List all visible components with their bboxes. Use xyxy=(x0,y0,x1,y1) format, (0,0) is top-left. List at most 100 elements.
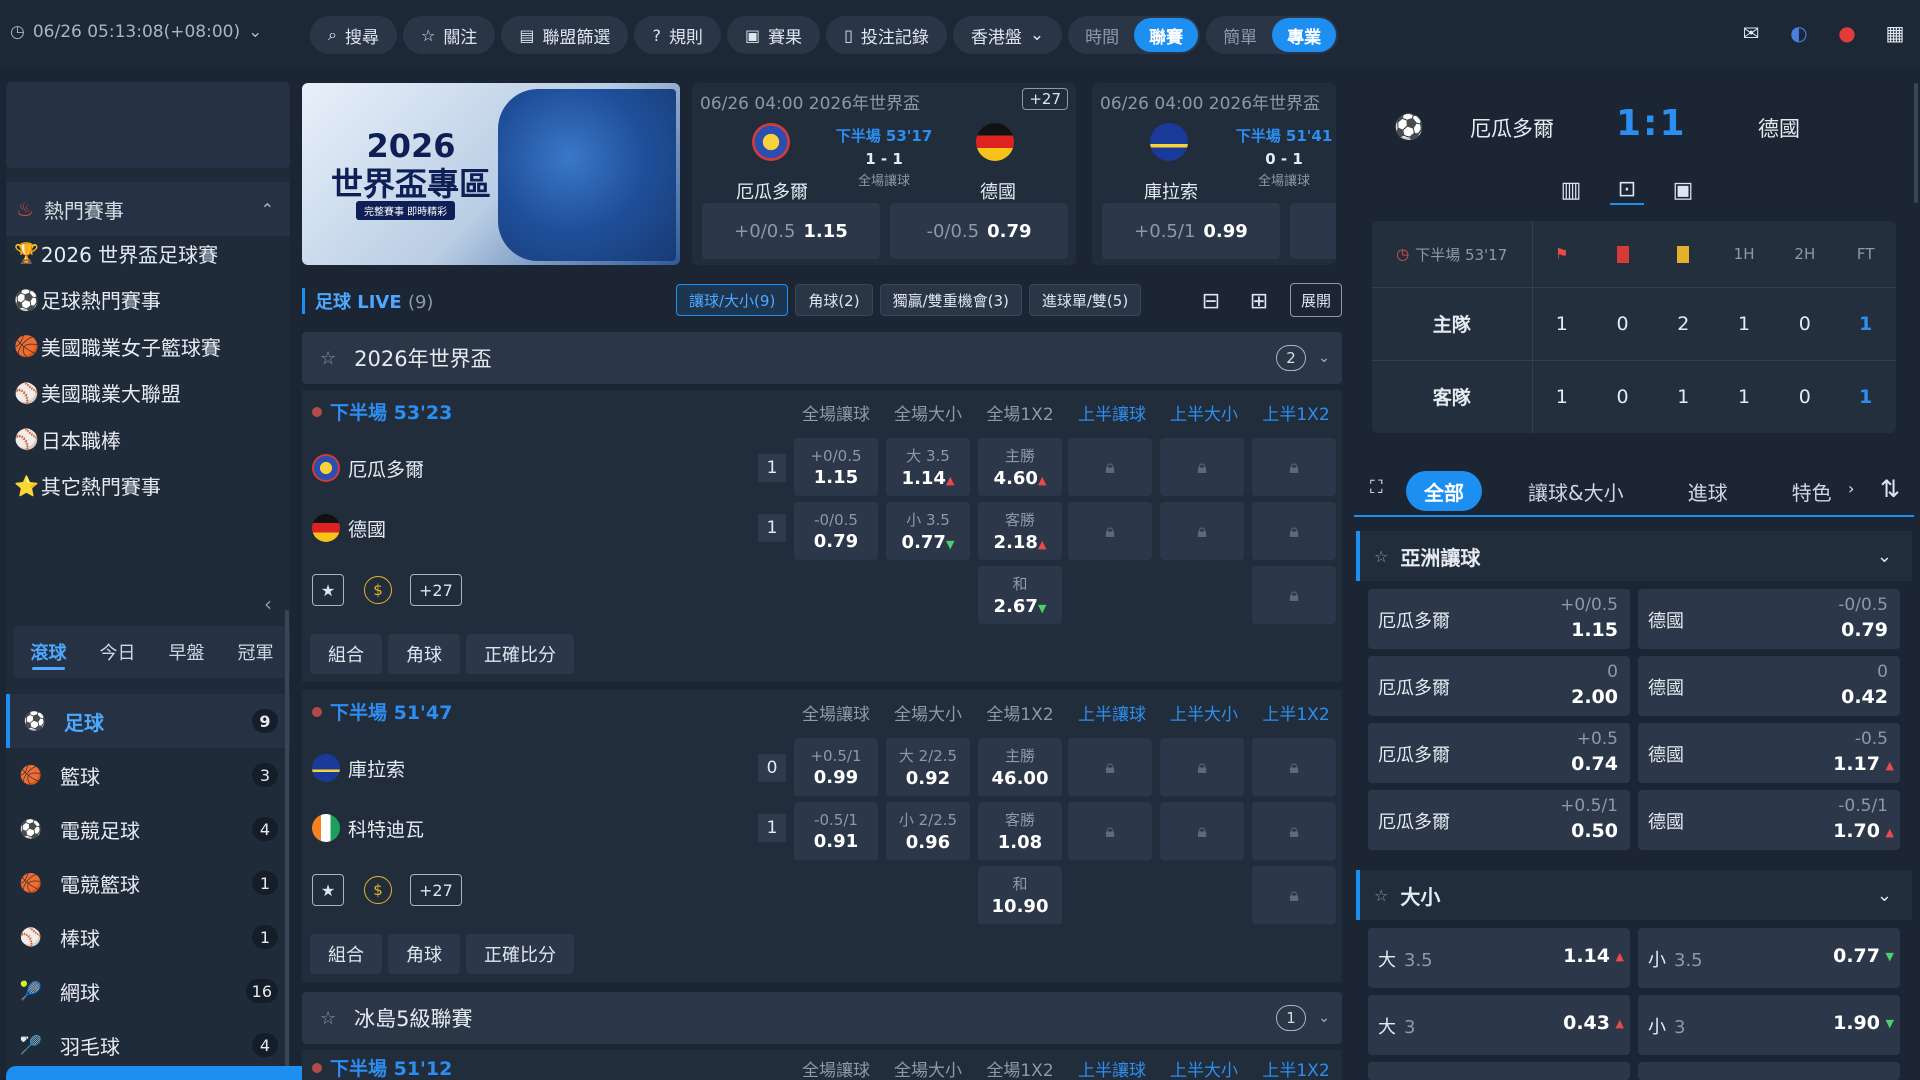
clock[interactable]: ◷ 06/26 05:13:08(+08:00) ⌄ xyxy=(10,22,262,42)
odds-cell[interactable]: 小 3.5 0.77▼ xyxy=(886,502,970,560)
hot-events-header[interactable]: ♨ 熱門賽事 ⌃ xyxy=(6,182,290,236)
tab-corners[interactable]: 角球 xyxy=(388,634,460,674)
collapse-sidebar-icon[interactable]: ‹ xyxy=(264,592,272,616)
odds-cell[interactable] xyxy=(1368,1062,1630,1080)
odds-button-away[interactable]: -0/0.5 0.79 xyxy=(890,203,1068,259)
tab-goals[interactable]: 進球 xyxy=(1670,471,1746,511)
mail-icon[interactable]: ✉ xyxy=(1738,20,1764,46)
odds-cell[interactable]: 小 3.5 0.77 ▼ xyxy=(1638,928,1900,988)
list-view-icon[interactable]: ⊟ xyxy=(1196,286,1226,316)
hot-item-mlb[interactable]: ⚾ 美國職業大聯盟 xyxy=(14,370,290,417)
tab-correct-score[interactable]: 正確比分 xyxy=(466,634,574,674)
live-video-icon[interactable]: ▣ xyxy=(1666,175,1700,205)
tab-handicap-ou[interactable]: 讓球&大小 xyxy=(1510,471,1642,511)
odds-cell[interactable]: 客勝 2.18▲ xyxy=(978,502,1062,560)
odds-cell-draw[interactable]: 和 2.67▼ xyxy=(978,566,1062,624)
odds-cell[interactable]: -0/0.5 0.79 xyxy=(794,502,878,560)
scoreboard-icon[interactable]: ⊡ xyxy=(1610,175,1644,205)
odds-cell[interactable]: -0.5/1 0.91 xyxy=(794,802,878,860)
search-button[interactable]: ⌕ 搜尋 xyxy=(310,16,397,54)
pin-icon[interactable]: ☆ xyxy=(320,348,336,369)
tab-early[interactable]: 早盤 xyxy=(152,626,221,678)
hot-item-other[interactable]: ⭐ 其它熱門賽事 xyxy=(14,463,290,510)
results-button[interactable]: ▣ 賽果 xyxy=(726,16,821,54)
theme-icon[interactable]: ◐ xyxy=(1786,20,1812,46)
featured-match-card[interactable]: 06/26 04:00 2026年世界盃 庫拉索 下半場 51'41 0 - 1… xyxy=(1092,83,1336,265)
odds-cell[interactable]: 大 3.5 1.14 ▲ xyxy=(1368,928,1630,988)
filter-odd-even[interactable]: 進球單/雙(5) xyxy=(1028,284,1142,316)
favorite-star-icon[interactable]: ★ xyxy=(312,874,344,906)
world-cup-banner[interactable]: 2026 世界盃專區 完整賽事 即時精彩 xyxy=(302,83,680,265)
odds-cell[interactable]: 德國 0 0.42 xyxy=(1638,656,1900,716)
league-header[interactable]: ☆ 冰島5級聯賽 1 ⌄ xyxy=(302,992,1342,1044)
tab-all[interactable]: 全部 xyxy=(1406,471,1482,511)
odds-format-select[interactable]: 香港盤 ⌄ xyxy=(952,16,1063,54)
sport-item-esports-basketball[interactable]: 🏀 電競籃球 1 xyxy=(6,856,290,910)
pin-icon[interactable]: ☆ xyxy=(1374,886,1388,905)
pin-icon[interactable]: ☆ xyxy=(320,1008,336,1029)
hot-item-world-cup[interactable]: 🏆 2026 世界盃足球賽 xyxy=(14,230,290,277)
odds-cell[interactable]: 厄瓜多爾 +0.5 0.74 xyxy=(1368,723,1630,783)
filter-1x2-double[interactable]: 獨贏/雙重機會(3) xyxy=(879,284,1022,316)
odds-cell[interactable]: 厄瓜多爾 +0.5/1 0.50 xyxy=(1368,790,1630,850)
hot-item-football[interactable]: ⚽ 足球熱門賽事 xyxy=(14,277,290,324)
hot-item-wnba[interactable]: 🏀 美國職業女子籃球賽 xyxy=(14,323,290,370)
odds-cell[interactable]: 德國 -0.5/1 1.70 ▲ xyxy=(1638,790,1900,850)
sort-icon[interactable]: ⇅ xyxy=(1880,475,1900,503)
filter-handicap-ou[interactable]: 讓球/大小(9) xyxy=(676,284,789,316)
odds-cell[interactable]: 主勝 4.60▲ xyxy=(978,438,1062,496)
sport-item-badminton[interactable]: 🏸 羽毛球 4 xyxy=(6,1018,290,1072)
odds-cell[interactable]: 德國 -0/0.5 0.79 xyxy=(1638,589,1900,649)
tab-corners[interactable]: 角球 xyxy=(388,934,460,974)
settings-icon[interactable]: ▦ xyxy=(1882,20,1908,46)
sort-time-option[interactable]: 時間 xyxy=(1070,18,1134,52)
bet-history-button[interactable]: ▯ 投注記錄 xyxy=(826,16,947,54)
expand-button[interactable]: 展開 xyxy=(1289,283,1342,317)
odds-cell[interactable]: 客勝 1.08 xyxy=(978,802,1062,860)
sport-item-tennis[interactable]: 🎾 網球 16 xyxy=(6,964,290,1018)
odds-cell[interactable]: 厄瓜多爾 0 2.00 xyxy=(1368,656,1630,716)
odds-button-away[interactable] xyxy=(1290,203,1336,259)
right-scrollbar[interactable] xyxy=(1914,83,1918,203)
rules-button[interactable]: ? 規則 xyxy=(634,16,721,54)
favorite-star-icon[interactable]: ★ xyxy=(312,574,344,606)
sport-item-esports-football[interactable]: ⚽ 電競足球 4 xyxy=(6,802,290,856)
cashout-icon[interactable]: $ xyxy=(364,576,392,604)
tab-combo[interactable]: 組合 xyxy=(310,934,382,974)
tab-today[interactable]: 今日 xyxy=(83,626,152,678)
odds-button-home[interactable]: +0.5/1 0.99 xyxy=(1102,203,1280,259)
more-markets-button[interactable]: +27 xyxy=(410,574,462,606)
league-header[interactable]: ☆ 2026年世界盃 2 ⌄ xyxy=(302,332,1342,384)
filter-corners[interactable]: 角球(2) xyxy=(795,284,873,316)
odds-cell[interactable]: 厄瓜多爾 +0/0.5 1.15 xyxy=(1368,589,1630,649)
odds-cell[interactable]: +0/0.5 1.15 xyxy=(794,438,878,496)
language-flag-icon[interactable]: ● xyxy=(1834,20,1860,46)
odds-cell[interactable]: 大 3 0.43 ▲ xyxy=(1368,995,1630,1055)
league-filter-button[interactable]: ▤ 聯盟篩選 xyxy=(501,16,629,54)
odds-cell-draw[interactable]: 和 10.90 xyxy=(978,866,1062,924)
more-markets-badge[interactable]: +27 xyxy=(1022,88,1068,110)
sidebar-scrollbar[interactable] xyxy=(285,610,289,1080)
more-markets-button[interactable]: +27 xyxy=(410,874,462,906)
tab-outright[interactable]: 冠軍 xyxy=(221,626,290,678)
hot-item-npb[interactable]: ⚾ 日本職棒 xyxy=(14,416,290,463)
tab-correct-score[interactable]: 正確比分 xyxy=(466,934,574,974)
tab-inplay[interactable]: 滾球 xyxy=(14,626,83,678)
odds-cell[interactable]: 大 3.5 1.14▲ xyxy=(886,438,970,496)
sport-item-football[interactable]: ⚽ 足球 9 xyxy=(6,694,290,748)
tab-specials[interactable]: 特色 xyxy=(1774,471,1850,511)
mode-simple-option[interactable]: 簡單 xyxy=(1208,18,1272,52)
follow-button[interactable]: ☆ 關注 xyxy=(402,16,496,54)
odds-cell[interactable]: 大 2/2.5 0.92 xyxy=(886,738,970,796)
odds-cell[interactable]: 主勝 46.00 xyxy=(978,738,1062,796)
mode-pro-option[interactable]: 專業 xyxy=(1272,18,1337,52)
odds-cell[interactable]: 德國 -0.5 1.17 ▲ xyxy=(1638,723,1900,783)
sort-league-option[interactable]: 聯賽 xyxy=(1134,18,1199,52)
featured-match-card[interactable]: 06/26 04:00 2026年世界盃 +27 厄瓜多爾 德國 下半場 53'… xyxy=(692,83,1076,265)
pin-icon[interactable]: ☆ xyxy=(1374,547,1388,566)
chevron-right-icon[interactable]: › xyxy=(1848,479,1854,498)
stats-icon[interactable]: ▥ xyxy=(1554,175,1588,205)
sport-item-baseball[interactable]: ⚾ 棒球 1 xyxy=(6,910,290,964)
odds-cell[interactable]: 小 3 1.90 ▼ xyxy=(1638,995,1900,1055)
market-header-over-under[interactable]: ☆ 大小 ⌄ xyxy=(1356,870,1912,920)
